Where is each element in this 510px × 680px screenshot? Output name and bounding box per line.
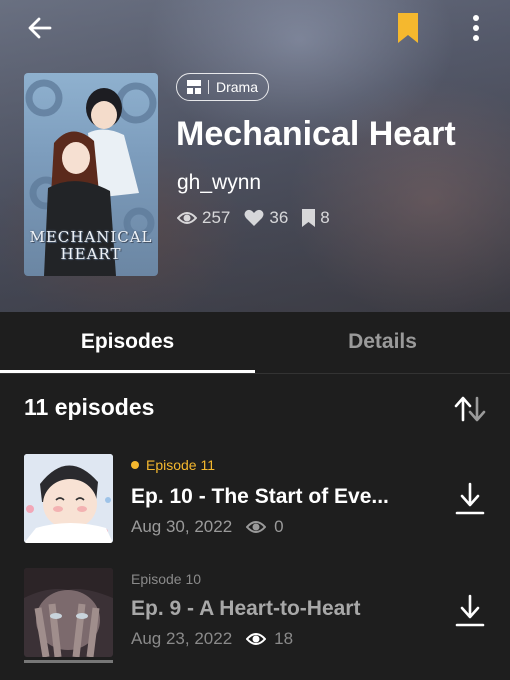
tab-divider (0, 373, 510, 374)
episode-thumbnail (24, 568, 113, 657)
tab-episodes[interactable]: Episodes (0, 312, 255, 372)
download-button[interactable] (452, 480, 488, 520)
likes-stat: 36 (244, 208, 288, 228)
sort-arrows-icon (454, 396, 486, 422)
episode-thumbnail-art (24, 568, 113, 657)
episode-date: Aug 30, 2022 (131, 517, 233, 536)
sort-button[interactable] (452, 394, 488, 424)
episode-read-progress (24, 660, 113, 663)
cover-title: MECHANICAL HEART (29, 228, 153, 263)
genre-separator (208, 80, 209, 94)
arrow-left-icon (28, 17, 52, 39)
heart-icon (244, 209, 264, 226)
download-icon (455, 482, 485, 515)
bookmarks-stat: 8 (302, 208, 330, 228)
episode-thumbnail (24, 454, 113, 543)
episode-count: 11 episodes (24, 394, 155, 420)
episode-date: Aug 23, 2022 (131, 629, 233, 648)
likes-count: 36 (269, 208, 289, 227)
series-author[interactable]: gh_wynn (177, 171, 261, 195)
views-stat: 257 (177, 208, 230, 228)
episode-thumbnail-art (24, 454, 113, 543)
episode-views: 18 (274, 629, 294, 648)
bookmarks-count: 8 (320, 208, 330, 227)
download-icon (455, 594, 485, 627)
download-button[interactable] (452, 592, 488, 632)
genre-pill[interactable]: Drama (176, 73, 270, 101)
episode-badge-label: Episode 10 (131, 571, 202, 587)
episode-title: Ep. 10 - The Start of Eve... (131, 485, 389, 508)
eye-icon (246, 633, 267, 645)
views-count: 257 (202, 208, 231, 227)
episode-row[interactable]: Episode 10 Ep. 9 - A Heart-to-Heart Aug … (0, 566, 510, 666)
more-vertical-icon (473, 15, 479, 41)
eye-icon (177, 212, 197, 224)
episode-row[interactable]: Episode 11 Ep. 10 - The Start of Eve... … (0, 452, 510, 552)
bookmark-icon (398, 13, 418, 43)
episode-title: Ep. 9 - A Heart-to-Heart (131, 597, 361, 620)
episode-badge: Episode 10 (131, 571, 201, 587)
episode-meta: Aug 30, 2022 0 (131, 517, 284, 537)
series-stats: 257 36 8 (177, 208, 344, 228)
episode-views: 0 (274, 517, 284, 536)
bookmark-small-icon (302, 209, 316, 227)
more-options-button[interactable] (462, 10, 490, 46)
episode-badge: Episode 11 (131, 457, 215, 473)
episode-badge-label: Episode 11 (146, 457, 216, 473)
bookmark-button[interactable] (394, 12, 422, 44)
series-cover: MECHANICAL HEART (24, 73, 158, 276)
episode-meta: Aug 23, 2022 18 (131, 629, 293, 649)
genre-label: Drama (216, 79, 259, 95)
tab-bar: Episodes Details (0, 312, 510, 374)
new-dot-icon (131, 461, 139, 469)
tab-details[interactable]: Details (255, 312, 510, 372)
eye-icon (246, 521, 267, 533)
back-button[interactable] (22, 10, 58, 46)
genre-grid-icon (187, 80, 201, 94)
series-title: Mechanical Heart (176, 115, 456, 153)
